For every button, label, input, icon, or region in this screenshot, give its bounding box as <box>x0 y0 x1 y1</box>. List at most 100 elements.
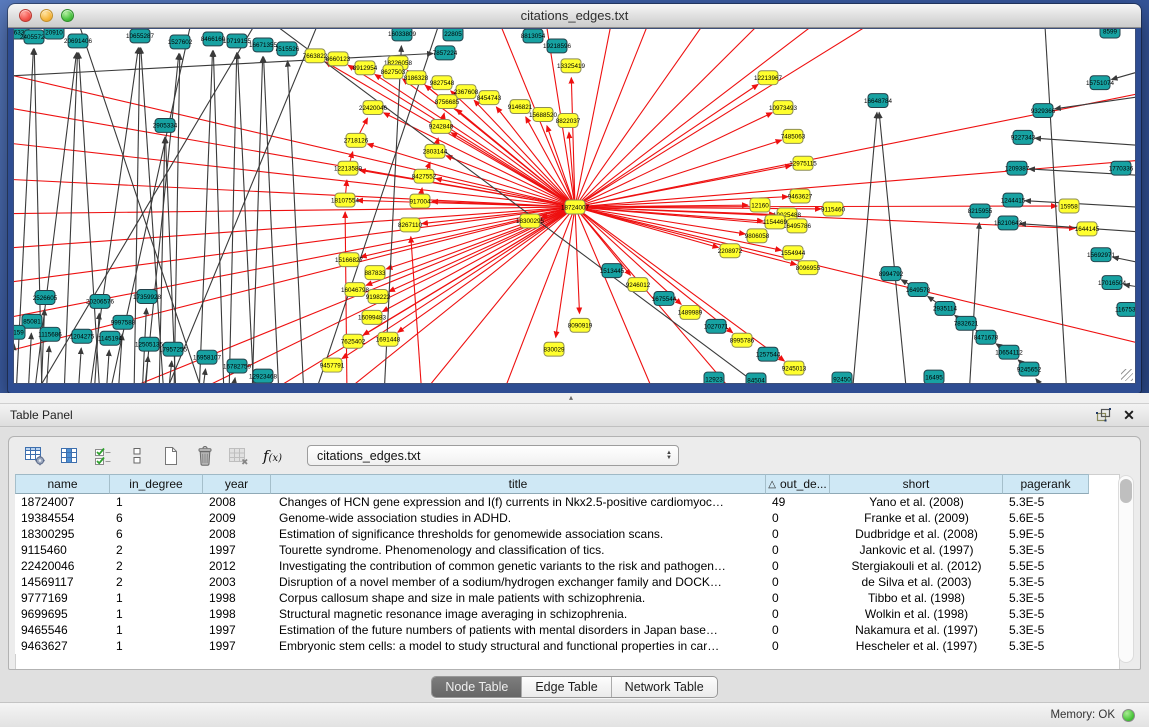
table-row[interactable]: 946362711997Embryonic stem cells: a mode… <box>15 638 1089 654</box>
memory-status-indicator[interactable] <box>1122 709 1135 722</box>
graph-node-label: 10654112 <box>995 349 1023 356</box>
graph-edge[interactable] <box>34 29 264 383</box>
table-tabstrip: Node TableEdge TableNetwork Table <box>0 672 1149 702</box>
table-row[interactable]: 1830029562008Estimation of significance … <box>15 526 1089 542</box>
column-header-pagerank[interactable]: pagerank <box>1003 474 1089 494</box>
graph-edge[interactable] <box>398 207 575 332</box>
graph-edge[interactable] <box>575 29 894 207</box>
window-resize-grip[interactable] <box>1121 369 1133 381</box>
graph-edge[interactable] <box>852 112 877 383</box>
network-graph[interactable]: 1633624055724209102069140610655287152760… <box>14 29 1135 383</box>
graph-node-label: 2367608 <box>454 89 479 96</box>
graph-edge[interactable] <box>288 61 304 383</box>
graph-edge[interactable] <box>575 29 614 207</box>
graph-edge[interactable] <box>28 333 31 383</box>
table-select-dropdown[interactable]: citations_edges.txt ▲▼ <box>307 445 679 466</box>
panel-split-divider[interactable]: ▴ <box>0 393 1149 404</box>
cell-year: 1997 <box>203 543 271 557</box>
graph-edge[interactable] <box>78 348 81 383</box>
table-row[interactable]: 911546021997Tourette syndrome. Phenomeno… <box>15 542 1089 558</box>
graph-edge[interactable] <box>575 29 834 207</box>
new-document-icon <box>161 446 181 466</box>
delete-table-button[interactable] <box>225 443 252 469</box>
column-header-year[interactable]: year <box>203 474 271 494</box>
graph-node-label: 84504 <box>747 377 765 383</box>
cell-year: 2012 <box>203 559 271 573</box>
graph-edge[interactable] <box>164 29 324 383</box>
column-header-name[interactable]: name <box>15 474 110 494</box>
graph-edge[interactable] <box>232 378 235 383</box>
network-view-window[interactable]: citations_edges.txt 16336240557242091020… <box>8 4 1141 393</box>
column-header-short[interactable]: short <box>830 474 1003 494</box>
graph-edge[interactable] <box>879 112 907 383</box>
graph-node-label: 15958 <box>1060 203 1078 210</box>
tab-edge-table[interactable]: Edge Table <box>522 677 611 697</box>
graph-edge[interactable] <box>202 369 206 383</box>
graph-node-label: 92450 <box>833 376 851 383</box>
graph-node-label: 8090919 <box>568 323 593 330</box>
function-builder-button[interactable]: f(x) <box>259 443 286 469</box>
graph-edge[interactable] <box>106 350 109 383</box>
graph-node-label: 8994792 <box>879 271 904 278</box>
tab-node-table[interactable]: Node Table <box>432 677 522 697</box>
graph-edge[interactable] <box>1025 201 1135 208</box>
clear-row-selection-button[interactable] <box>123 443 150 469</box>
cell-year: 2009 <box>203 511 271 525</box>
graph-edge[interactable] <box>14 207 575 286</box>
delete-columns-button[interactable] <box>191 443 218 469</box>
close-panel-button[interactable]: ✕ <box>1119 406 1139 424</box>
window-titlebar[interactable]: citations_edges.txt <box>8 4 1141 28</box>
tab-network-table[interactable]: Network Table <box>612 677 717 697</box>
graph-node-label: 917004 <box>410 198 431 205</box>
table-row[interactable]: 969969511998Structural magnetic resonanc… <box>15 606 1089 622</box>
graph-node-label: 17016504 <box>1098 280 1126 287</box>
graph-edge[interactable] <box>1113 257 1135 266</box>
graph-node-label: 9463627 <box>788 193 813 200</box>
column-header-out_degree[interactable]: △out_de... <box>766 474 830 494</box>
vertical-scrollbar[interactable] <box>1118 475 1134 663</box>
table-row[interactable]: 1872400712008Changes of HCN gene express… <box>15 494 1089 510</box>
graph-edge[interactable] <box>229 53 237 383</box>
graph-edge[interactable] <box>174 54 180 383</box>
table-row[interactable]: 1456911722003Disruption of a novel membe… <box>15 574 1089 590</box>
graph-edge[interactable] <box>213 51 224 383</box>
cell-title: Genome-wide association studies in ADHD. <box>271 511 766 525</box>
graph-edge[interactable] <box>575 207 579 313</box>
float-panel-button[interactable] <box>1093 406 1113 424</box>
graph-node-label: 7515526 <box>275 46 300 53</box>
graph-node-label: 9242848 <box>429 124 454 131</box>
network-canvas[interactable]: 1633624055724209102069140610655287152760… <box>13 28 1136 384</box>
graph-edge[interactable] <box>575 29 714 207</box>
table-row[interactable]: 1938455462009Genome-wide association stu… <box>15 510 1089 526</box>
graph-edge[interactable] <box>575 158 1135 207</box>
graph-edge[interactable] <box>1035 138 1135 146</box>
column-header-in_degree[interactable]: in_degree <box>110 474 203 494</box>
graph-edge[interactable] <box>46 346 49 383</box>
graph-edge[interactable] <box>134 48 140 383</box>
select-all-rows-button[interactable] <box>89 443 116 469</box>
graph-node-label: 22805 <box>444 31 462 38</box>
table-column-icon <box>59 446 79 466</box>
cell-name: 18300295 <box>15 527 110 541</box>
graph-edge[interactable] <box>229 207 575 383</box>
table-row[interactable]: 977716911998Corpus callosum shape and si… <box>15 590 1089 606</box>
table-row[interactable]: 2242004622012Investigating the contribut… <box>15 558 1089 574</box>
graph-edge[interactable] <box>1112 69 1135 80</box>
graph-edge[interactable] <box>1036 379 1049 383</box>
graph-edge[interactable] <box>199 51 213 383</box>
graph-edge[interactable] <box>264 57 279 383</box>
table-row[interactable]: 946554611997Estimation of the future num… <box>15 622 1089 638</box>
graph-node-label: 7663822 <box>303 53 328 60</box>
function-icon: f(x) <box>263 447 282 465</box>
graph-node-label: 15751074 <box>1086 80 1114 87</box>
create-new-column-button[interactable] <box>157 443 184 469</box>
cell-out_degree: 0 <box>766 591 830 605</box>
graph-node-label: 9329366 <box>1031 108 1056 115</box>
column-settings-button[interactable] <box>21 443 48 469</box>
column-header-title[interactable]: title <box>271 474 766 494</box>
graph-edge[interactable] <box>238 53 254 383</box>
dropdown-arrows-icon: ▲▼ <box>666 451 672 461</box>
show-columns-button[interactable] <box>55 443 82 469</box>
scrollbar-thumb[interactable] <box>1120 479 1132 503</box>
graph-edge[interactable] <box>367 144 575 207</box>
